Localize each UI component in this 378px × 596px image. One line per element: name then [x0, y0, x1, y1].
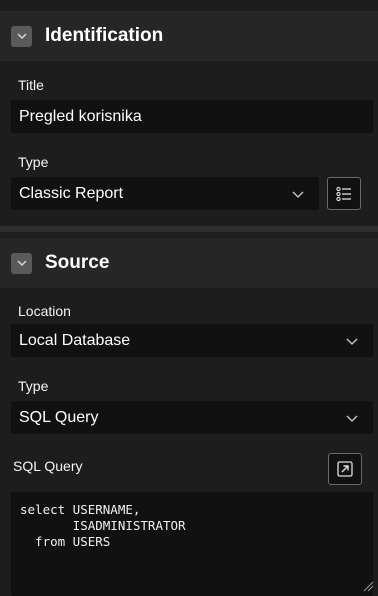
list-options-icon: [336, 186, 351, 201]
collapse-source-button[interactable]: [11, 252, 32, 274]
sql-query-editor[interactable]: select USERNAME, ISADMINISTRATOR from US…: [11, 492, 373, 596]
template-options-button[interactable]: [327, 177, 361, 210]
sql-query-label: SQL Query: [13, 458, 83, 474]
property-editor-panel: Identification Title Pregled korisnika T…: [0, 0, 378, 596]
chevron-down-icon: [346, 338, 358, 345]
identification-type-label: Type: [18, 154, 49, 170]
location-label: Location: [18, 303, 71, 319]
source-section-header[interactable]: Source: [0, 238, 378, 288]
source-type-select[interactable]: SQL Query: [11, 401, 373, 434]
source-type-value: SQL Query: [19, 408, 99, 426]
identification-title: Identification: [45, 25, 164, 46]
title-input[interactable]: Pregled korisnika: [11, 100, 373, 133]
source-title: Source: [45, 252, 110, 273]
location-value: Local Database: [19, 331, 131, 349]
open-code-editor-button[interactable]: [328, 453, 362, 485]
chevron-down-icon: [16, 33, 27, 40]
title-label: Title: [18, 77, 44, 93]
collapse-identification-button[interactable]: [11, 25, 32, 47]
title-value: Pregled korisnika: [19, 107, 142, 125]
source-type-label: Type: [18, 378, 49, 394]
chevron-down-icon: [346, 415, 358, 422]
section-divider: [0, 226, 378, 232]
chevron-down-icon: [292, 191, 304, 198]
open-external-icon: [337, 461, 353, 477]
identification-type-select[interactable]: Classic Report: [11, 177, 319, 210]
resize-grip-icon[interactable]: [362, 580, 374, 592]
identification-section-header[interactable]: Identification: [0, 11, 378, 61]
chevron-down-icon: [16, 260, 27, 267]
identification-type-value: Classic Report: [19, 184, 124, 202]
location-select[interactable]: Local Database: [11, 324, 373, 357]
